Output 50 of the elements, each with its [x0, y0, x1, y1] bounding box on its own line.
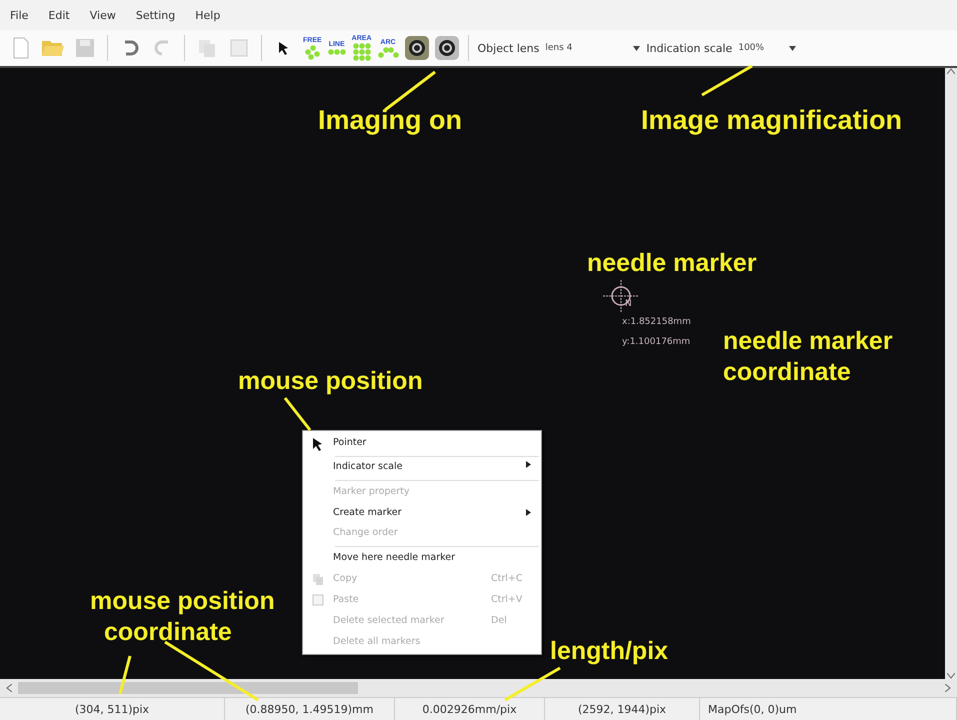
dots-icon	[378, 46, 399, 58]
object-lens-dropdown[interactable]: lens 4	[545, 43, 640, 53]
needle-y-coordinate: y:1.100176mm	[622, 336, 690, 349]
menu-item[interactable]: Setting	[136, 8, 176, 22]
context-menu-item[interactable]: Move here needle marker	[303, 547, 541, 568]
status-field: MapOfs(0, 0)um	[700, 698, 957, 720]
annotation-label: Imaging on	[318, 104, 462, 137]
annotation-label: Image magnification	[641, 104, 902, 137]
object-lens-label: Object lens	[478, 42, 540, 54]
status-field: (304, 511)pix	[0, 698, 225, 720]
status-field: 0.002926mm/pix	[395, 698, 545, 720]
annotation-label: needle marker coordinate	[723, 326, 893, 388]
scroll-left-icon[interactable]	[6, 684, 12, 692]
context-menu-item[interactable]: Create marker	[303, 502, 541, 523]
needle-letter: N	[625, 299, 632, 309]
document-icon	[12, 37, 30, 59]
needle-x-coordinate: x:1.852158mm	[622, 316, 691, 329]
cursor-icon	[312, 437, 324, 451]
scroll-down-icon[interactable]	[947, 673, 955, 679]
menu-item[interactable]: Edit	[48, 8, 70, 22]
copy-icon	[197, 38, 217, 58]
scroll-up-icon[interactable]	[947, 68, 955, 74]
camera-button[interactable]	[434, 36, 459, 60]
vertical-scrollbar[interactable]	[945, 68, 957, 679]
copy-icon	[312, 572, 324, 584]
square-icon	[312, 594, 324, 606]
cursor-icon	[278, 41, 290, 55]
annotation-label: length/pix	[550, 636, 668, 667]
submenu-arrow-icon	[526, 509, 531, 516]
annotation-label: mouse position coordinate	[90, 586, 275, 648]
status-field: (2592, 1944)pix	[545, 698, 700, 720]
menu-item[interactable]: File	[10, 8, 28, 22]
indication-scale-label: Indication scale	[646, 42, 732, 54]
camera-button[interactable]	[404, 36, 429, 60]
dots-icon	[352, 43, 371, 61]
dots-icon	[304, 44, 320, 60]
dots-icon	[328, 49, 346, 55]
menu-item[interactable]: Help	[195, 8, 220, 22]
status-field: (0.88950, 1.49519)mm	[225, 698, 395, 720]
annotation-label: needle marker	[587, 248, 757, 279]
horizontal-scrollbar[interactable]	[0, 679, 957, 697]
dropdown-arrow-icon	[789, 46, 796, 50]
menu-item[interactable]: View	[90, 8, 116, 22]
folder-icon	[41, 38, 65, 58]
annotation-label: mouse position	[238, 366, 423, 397]
dropdown-arrow-icon	[633, 46, 640, 50]
submenu-arrow-icon	[526, 461, 531, 468]
indication-scale-dropdown[interactable]: 100%	[738, 43, 796, 53]
scroll-right-icon[interactable]	[945, 684, 951, 692]
square-icon	[229, 38, 249, 58]
